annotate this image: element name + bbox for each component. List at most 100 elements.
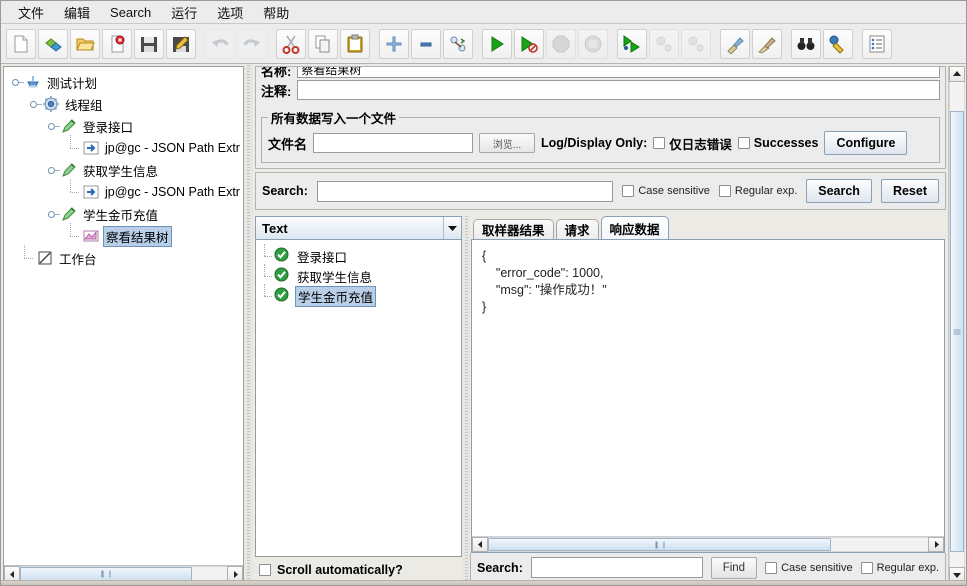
toolbar: [1, 24, 966, 64]
menu-edit[interactable]: 编辑: [55, 1, 99, 25]
scrollbar-thumb[interactable]: [488, 538, 832, 551]
tree-node-get-student-info[interactable]: 获取学生信息: [8, 159, 243, 181]
start-no-pauses-icon[interactable]: [514, 28, 544, 59]
start-icon[interactable]: [482, 28, 512, 59]
write-all-data-group: 所有数据写入一个文件 文件名 浏览... Log/Display Only: 仅…: [261, 108, 940, 163]
close-file-icon[interactable]: [102, 28, 132, 59]
comment-input[interactable]: [297, 80, 940, 100]
checkbox-box[interactable]: [860, 561, 873, 574]
shutdown-icon[interactable]: [578, 28, 608, 59]
browse-button[interactable]: 浏览...: [479, 133, 536, 153]
paste-icon[interactable]: [340, 28, 370, 59]
result-item-login-api[interactable]: 登录接口: [260, 244, 461, 266]
redo-icon[interactable]: [237, 28, 267, 59]
find-case-sensitive-checkbox[interactable]: Case sensitive: [765, 561, 853, 574]
tab-request[interactable]: 请求: [555, 219, 599, 239]
expand-handle-icon[interactable]: [30, 99, 42, 110]
search-case-sensitive-checkbox[interactable]: Case sensitive: [622, 185, 710, 197]
render-type-combo[interactable]: Text: [255, 216, 462, 240]
save-icon[interactable]: [134, 28, 164, 59]
results-tree[interactable]: 登录接口 获取学生信息 学生金币充值: [255, 240, 462, 557]
search-reset-icon[interactable]: [823, 28, 853, 59]
tab-response-data[interactable]: 响应数据: [600, 216, 669, 239]
open-folder-icon[interactable]: [70, 28, 100, 59]
scrollbar-track[interactable]: [488, 537, 928, 552]
main-split-divider[interactable]: [244, 65, 253, 585]
tree-connector: [260, 264, 274, 285]
tree-node-json-path-extractor-1[interactable]: jp@gc - JSON Path Extr: [8, 135, 243, 159]
result-item-student-coin-recharge[interactable]: 学生金币充值: [260, 284, 461, 307]
filename-input[interactable]: [313, 133, 474, 153]
function-helper-icon[interactable]: [862, 28, 892, 59]
configure-button[interactable]: Configure: [824, 131, 908, 155]
checkbox-box[interactable]: [622, 185, 635, 197]
toggle-icon[interactable]: [443, 28, 473, 59]
find-input[interactable]: [530, 557, 703, 578]
response-data-text[interactable]: { "error_code": 1000, "msg": "操作成功！" }: [472, 240, 944, 536]
checkbox-box[interactable]: [259, 564, 271, 576]
remote-stop-all-icon[interactable]: [649, 28, 679, 59]
name-input[interactable]: [297, 67, 940, 78]
scrollbar-thumb[interactable]: [950, 111, 964, 553]
right-pane-vertical-scrollbar[interactable]: [948, 66, 965, 583]
result-item-get-student-info[interactable]: 获取学生信息: [260, 264, 461, 286]
results-split: Text 登录接口 获取学生信息 学生金币充值 Scroll automatic…: [255, 216, 946, 583]
reset-button[interactable]: Reset: [880, 179, 939, 203]
menu-run[interactable]: 运行: [162, 1, 206, 25]
collapse-all-icon[interactable]: [411, 28, 441, 59]
remote-start-all-icon[interactable]: [617, 28, 647, 59]
chevron-down-icon[interactable]: [443, 217, 461, 239]
search-regular-exp-checkbox[interactable]: Regular exp.: [718, 185, 798, 197]
response-horizontal-scrollbar[interactable]: [472, 536, 944, 552]
clear-icon[interactable]: [720, 28, 750, 59]
tree-node-view-results-tree[interactable]: 察看结果树: [8, 223, 243, 247]
menu-help[interactable]: 帮助: [254, 1, 298, 25]
test-plan-tree[interactable]: 测试计划 线程组 登录接口 jp@gc - JSON Path Extr 获取学…: [4, 67, 243, 565]
checkbox-box[interactable]: [653, 137, 666, 149]
cut-icon[interactable]: [276, 28, 306, 59]
menu-options[interactable]: 选项: [208, 1, 252, 25]
expand-handle-icon[interactable]: [48, 121, 60, 132]
expand-handle-icon[interactable]: [48, 165, 60, 176]
find-regular-exp-checkbox[interactable]: Regular exp.: [860, 561, 939, 574]
copy-icon[interactable]: [308, 28, 338, 59]
tree-node-login-api[interactable]: 登录接口: [8, 115, 243, 137]
remote-shutdown-all-icon[interactable]: [681, 28, 711, 59]
find-button[interactable]: Find: [710, 556, 758, 579]
scroll-up-icon[interactable]: [949, 66, 965, 82]
tree-node-student-coin-recharge[interactable]: 学生金币充值: [8, 203, 243, 225]
errors-only-checkbox[interactable]: 仅日志错误: [653, 134, 732, 153]
tab-sampler-result[interactable]: 取样器结果: [473, 219, 554, 239]
scrollbar-track[interactable]: [949, 82, 965, 567]
success-check-icon: [274, 287, 292, 305]
templates-icon[interactable]: [38, 28, 68, 59]
stop-icon[interactable]: [546, 28, 576, 59]
successes-label: Successes: [753, 136, 819, 150]
search-input[interactable]: [316, 180, 614, 202]
checkbox-box[interactable]: [737, 137, 750, 149]
scrollbar-thumb[interactable]: [20, 567, 192, 581]
successes-checkbox[interactable]: Successes: [737, 136, 819, 150]
tree-node-test-plan[interactable]: 测试计划: [8, 71, 243, 93]
results-split-divider[interactable]: [462, 216, 470, 583]
expand-handle-icon[interactable]: [48, 209, 60, 220]
expand-all-icon[interactable]: [379, 28, 409, 59]
menu-file[interactable]: 文件: [9, 1, 53, 25]
expand-handle-icon[interactable]: [12, 77, 24, 88]
undo-icon[interactable]: [205, 28, 235, 59]
tree-node-json-path-extractor-2[interactable]: jp@gc - JSON Path Extr: [8, 179, 243, 203]
scroll-left-icon[interactable]: [472, 537, 488, 552]
search-button[interactable]: Search: [806, 179, 872, 203]
menu-search[interactable]: Search: [101, 2, 160, 23]
errors-only-label: 仅日志错误: [669, 137, 732, 152]
new-file-icon[interactable]: [6, 28, 36, 59]
checkbox-box[interactable]: [765, 561, 778, 574]
regular-exp-label: Regular exp.: [734, 185, 798, 197]
checkbox-box[interactable]: [718, 185, 731, 197]
tree-node-thread-group[interactable]: 线程组: [8, 93, 243, 115]
scroll-right-icon[interactable]: [928, 537, 944, 552]
save-as-icon[interactable]: [166, 28, 196, 59]
clear-all-icon[interactable]: [752, 28, 782, 59]
tree-node-workbench[interactable]: 工作台: [8, 245, 243, 269]
search-binoculars-icon[interactable]: [791, 28, 821, 59]
